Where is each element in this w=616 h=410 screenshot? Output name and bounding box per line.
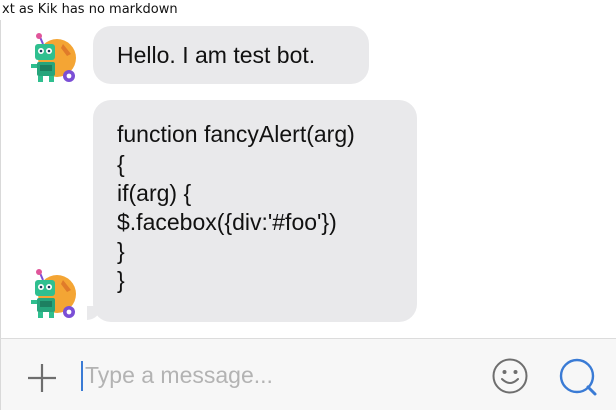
message-line: if(arg) { xyxy=(117,180,192,206)
message-input-bar xyxy=(0,338,616,410)
message-bubble: function fancyAlert(arg) { if(arg) { $.f… xyxy=(93,100,417,322)
text-cursor xyxy=(81,361,83,391)
chat-area: Hello. I am test bot. function fancyAler… xyxy=(0,20,616,338)
robot-avatar-icon[interactable] xyxy=(27,268,79,320)
message-line: } xyxy=(117,238,125,264)
message-input[interactable] xyxy=(85,358,465,392)
message-line: } xyxy=(117,267,125,293)
smiley-icon[interactable] xyxy=(491,357,529,395)
robot-avatar-icon[interactable] xyxy=(27,32,79,84)
plus-icon[interactable] xyxy=(25,361,59,395)
message-text: Hello. I am test bot. xyxy=(117,42,316,68)
caption-text: xt as Kik has no markdown xyxy=(0,0,616,20)
message-line: function fancyAlert(arg) xyxy=(117,121,355,147)
search-icon[interactable] xyxy=(557,356,599,398)
message-bubble: Hello. I am test bot. xyxy=(93,26,369,84)
message-line: { xyxy=(117,151,125,177)
message-line: $.facebox({div:'#foo'}) xyxy=(117,209,337,235)
